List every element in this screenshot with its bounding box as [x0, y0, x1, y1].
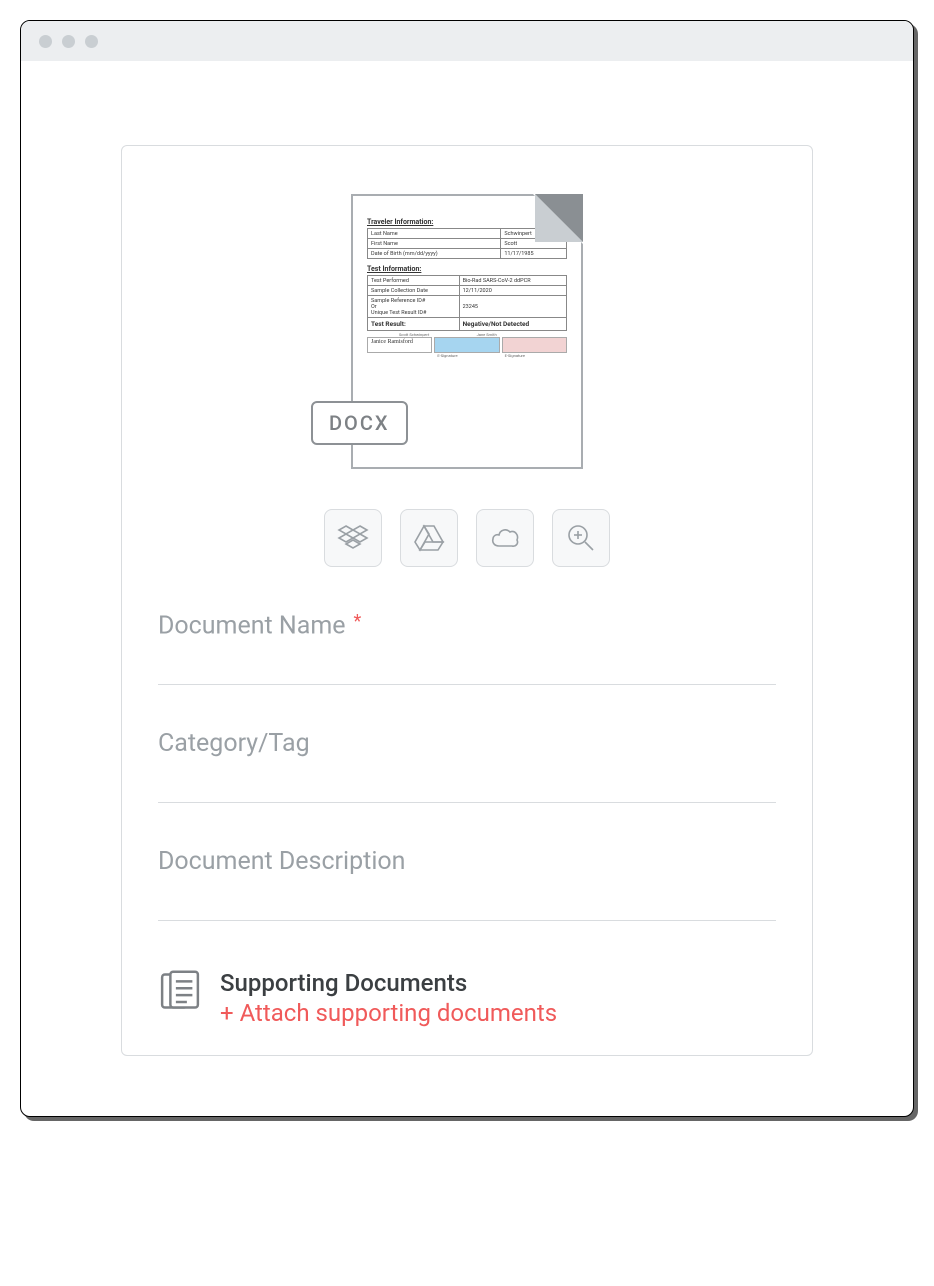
test-table: Test PerformedBio-Rad SARS-CoV-2 ddPCR S… — [367, 275, 567, 331]
dropbox-icon — [337, 522, 369, 554]
supporting-title: Supporting Documents — [220, 969, 557, 997]
source-toolbar — [158, 509, 776, 567]
file-type-badge: DOCX — [311, 401, 408, 445]
signature-row: Janice Ramisford Scott Schwinpert E-Sign… — [367, 337, 567, 353]
upload-card: Traveler Information: Last NameSchwinper… — [121, 145, 813, 1056]
cloud-button[interactable] — [476, 509, 534, 567]
window-titlebar — [21, 21, 913, 61]
zoom-button[interactable] — [552, 509, 610, 567]
signature-box: Janice Ramisford Scott Schwinpert — [367, 337, 432, 353]
browser-frame: Traveler Information: Last NameSchwinper… — [20, 20, 914, 1117]
google-drive-button[interactable] — [400, 509, 458, 567]
document-name-field[interactable]: Document Name * — [158, 611, 776, 685]
signature-box: E-Signature — [502, 337, 567, 353]
content-area: Traveler Information: Last NameSchwinper… — [21, 61, 913, 1116]
page-fold-icon — [533, 194, 583, 244]
document-description-field[interactable]: Document Description — [158, 847, 776, 921]
google-drive-icon — [413, 522, 445, 554]
signature-box: E-Signature Jane Smith — [434, 337, 499, 353]
zoom-in-icon — [565, 522, 597, 554]
field-label: Document Description — [158, 847, 405, 876]
required-mark: * — [353, 611, 361, 632]
supporting-documents-section: Supporting Documents + Attach supporting… — [158, 965, 776, 1027]
window-dot — [62, 35, 75, 48]
field-label: Category/Tag — [158, 729, 310, 758]
field-label: Document Name — [158, 611, 346, 640]
document-preview: Traveler Information: Last NameSchwinper… — [158, 194, 776, 469]
window-dot — [85, 35, 98, 48]
dropbox-button[interactable] — [324, 509, 382, 567]
window-dot — [39, 35, 52, 48]
category-tag-field[interactable]: Category/Tag — [158, 729, 776, 803]
attach-supporting-link[interactable]: + Attach supporting documents — [220, 999, 557, 1027]
cloud-icon — [489, 522, 521, 554]
document-icon — [158, 969, 202, 1013]
preview-section-heading: Test Information: — [367, 265, 567, 273]
